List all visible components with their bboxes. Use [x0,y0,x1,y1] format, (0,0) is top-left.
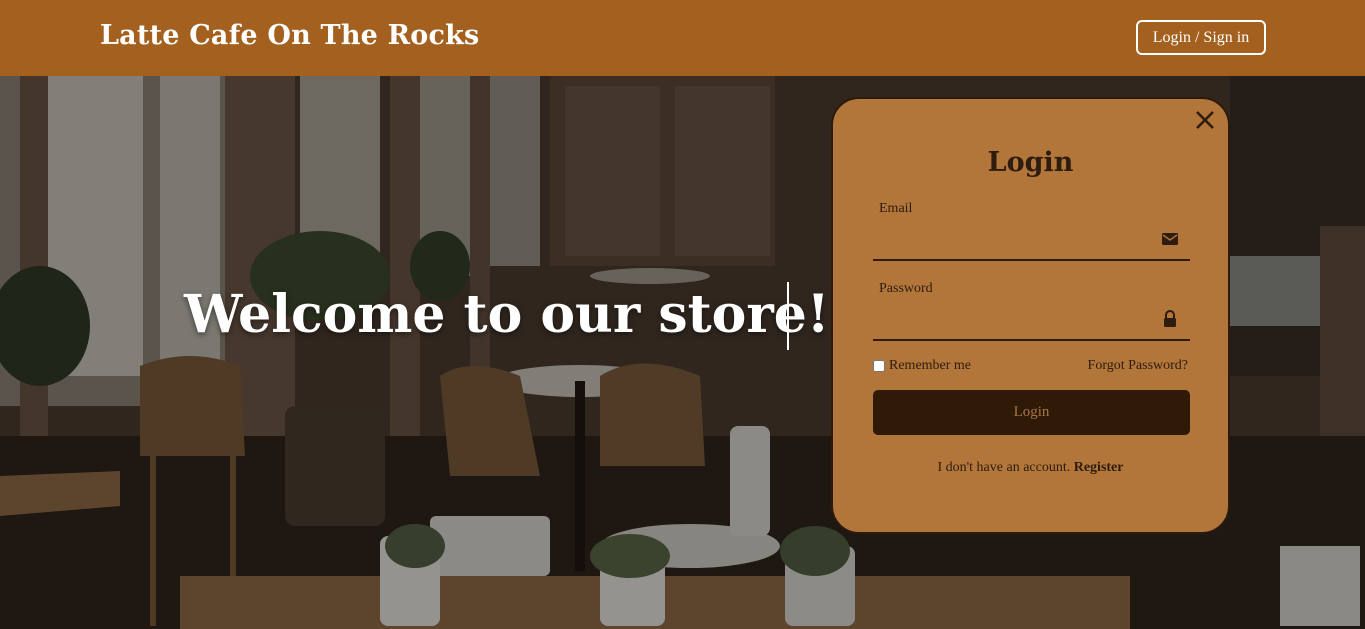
remember-me-checkbox[interactable] [873,360,885,372]
no-account-text: I don't have an account. [937,460,1071,475]
welcome-heading: Welcome to our store! [184,284,830,345]
top-navbar: Latte Cafe On The Rocks Login / Sign in [0,0,1365,76]
register-prompt: I don't have an account. Register [833,460,1228,476]
login-submit-button[interactable]: Login [873,390,1190,435]
text-cursor [787,282,789,350]
register-link[interactable]: Register [1074,460,1124,475]
remember-me-label: Remember me [889,358,972,373]
close-icon[interactable] [1194,109,1216,131]
email-field[interactable] [873,231,1190,261]
password-field[interactable] [873,311,1190,341]
brand-title[interactable]: Latte Cafe On The Rocks [100,20,479,51]
lock-icon [1162,310,1180,328]
remember-me[interactable]: Remember me [873,358,971,374]
login-panel: Login Email Password Remember me Forgot … [831,97,1230,534]
password-label: Password [879,281,933,296]
mail-icon [1161,230,1179,248]
email-label: Email [879,201,913,216]
login-signin-button[interactable]: Login / Sign in [1136,20,1266,55]
forgot-password-link[interactable]: Forgot Password? [1088,358,1188,374]
login-title: Login [987,147,1074,178]
